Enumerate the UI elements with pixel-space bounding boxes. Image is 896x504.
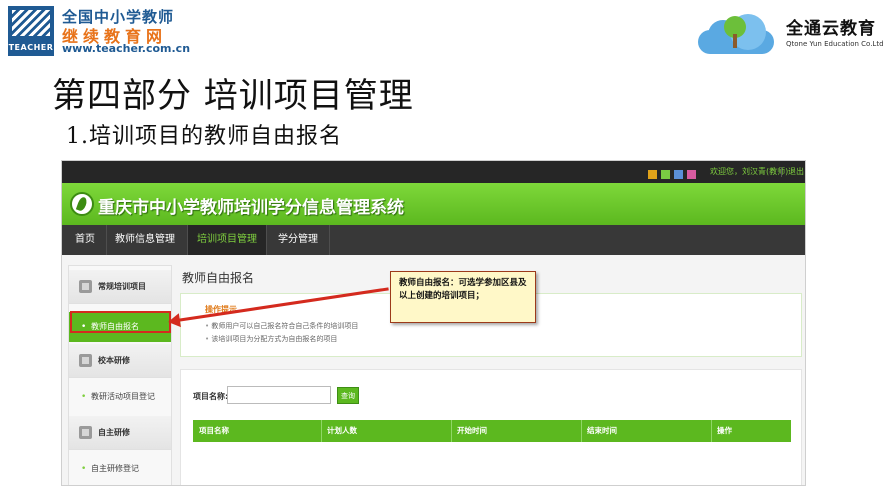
callout-text: 教师自由报名：可选学参加区县及以上创建的培训项目； (399, 278, 527, 301)
column-header[interactable]: 开始时间 (457, 420, 487, 442)
highlight-box (70, 311, 171, 333)
column-divider (321, 420, 322, 442)
column-divider (711, 420, 712, 442)
topbar-divider (781, 167, 782, 177)
search-panel: 项目名称: 查询 项目名称 计划人数 开始时间 结束时间 操作 (180, 369, 802, 485)
brand-name-en: Qtone Yun Education Co.Ltd (786, 40, 884, 48)
sidebar-group-label: 自主研修 (98, 428, 130, 437)
leaf-logo-icon (70, 192, 94, 216)
sidebar-group-label: 校本研修 (98, 356, 130, 365)
sidebar-group-school-based[interactable]: 校本研修 (69, 344, 171, 378)
top-bar: 欢迎您，刘汉青(教师) 退出 (62, 161, 805, 183)
nav-divider (106, 225, 107, 255)
sidebar: 常规培训项目 教师自由报名 校本研修 教研活动项目登记 自主研修 自主研修登记 (68, 265, 172, 485)
system-title: 重庆市中小学教师培训学分信息管理系统 (98, 198, 404, 218)
sidebar-group-label: 常规培训项目 (98, 282, 146, 291)
theme-swatch-icon[interactable] (648, 170, 657, 179)
column-divider (581, 420, 582, 442)
slide-title: 第四部分 培训项目管理 (52, 76, 414, 116)
cube-icon (79, 280, 92, 293)
nav-divider (329, 225, 330, 255)
page-title: 教师自由报名 (182, 271, 255, 285)
tip-line: 该培训项目为分配方式为自由报名的项目 (205, 334, 337, 344)
cube-icon (79, 354, 92, 367)
logout-link[interactable]: 退出 (788, 166, 804, 177)
sidebar-group-self-study[interactable]: 自主研修 (69, 416, 171, 450)
column-header[interactable]: 操作 (717, 420, 732, 442)
theme-swatch-icon[interactable] (674, 170, 683, 179)
logo-stripes-icon (12, 10, 50, 36)
nav-item-home[interactable]: 首页 (66, 225, 104, 255)
cube-icon (79, 426, 92, 439)
slide-subtitle: 1.培训项目的教师自由报名 (66, 124, 342, 149)
table-header: 项目名称 计划人数 开始时间 结束时间 操作 (193, 420, 791, 442)
project-name-label: 项目名称: (193, 392, 229, 401)
tip-line: 教师用户可以自己报名符合自己条件的培训项目 (205, 321, 358, 331)
logo-mark-text: TEACHER (8, 43, 54, 52)
brand-name-cn: 全通云教育 (786, 19, 876, 39)
welcome-text: 欢迎您，刘汉青(教师) (710, 167, 789, 176)
annotation-arrowhead (166, 313, 181, 329)
teacher-logo-mark: TEACHER (8, 6, 54, 56)
annotation-callout: 教师自由报名：可选学参加区县及以上创建的培训项目； (390, 271, 536, 323)
nav-item-training-projects[interactable]: 培训项目管理 (188, 225, 266, 255)
theme-swatch-icon[interactable] (661, 170, 670, 179)
cloud-tree-icon (694, 10, 778, 56)
sidebar-item-self-study-register[interactable]: 自主研修登记 (69, 454, 171, 484)
sidebar-group-regular[interactable]: 常规培训项目 (69, 270, 171, 304)
theme-swatch-icon[interactable] (687, 170, 696, 179)
column-header[interactable]: 项目名称 (199, 420, 229, 442)
column-divider (451, 420, 452, 442)
system-banner: 重庆市中小学教师培训学分信息管理系统 (62, 183, 805, 225)
qtone-logo: 全通云教育 Qtone Yun Education Co.Ltd (694, 8, 894, 58)
logo-url: www.teacher.com.cn (62, 42, 191, 55)
nav-divider (266, 225, 267, 255)
search-button[interactable]: 查询 (337, 387, 359, 404)
nav-item-teacher-info[interactable]: 教师信息管理 (110, 225, 180, 255)
column-header[interactable]: 计划人数 (327, 420, 357, 442)
project-name-input[interactable] (227, 386, 331, 404)
column-header[interactable]: 结束时间 (587, 420, 617, 442)
teacher-logo: TEACHER 全国中小学教师 继续教育网 www.teacher.com.cn (4, 4, 204, 58)
main-nav: 首页 教师信息管理 培训项目管理 学分管理 (62, 225, 805, 255)
nav-item-credits[interactable]: 学分管理 (268, 225, 328, 255)
sidebar-item-research-register[interactable]: 教研活动项目登记 (69, 382, 171, 412)
